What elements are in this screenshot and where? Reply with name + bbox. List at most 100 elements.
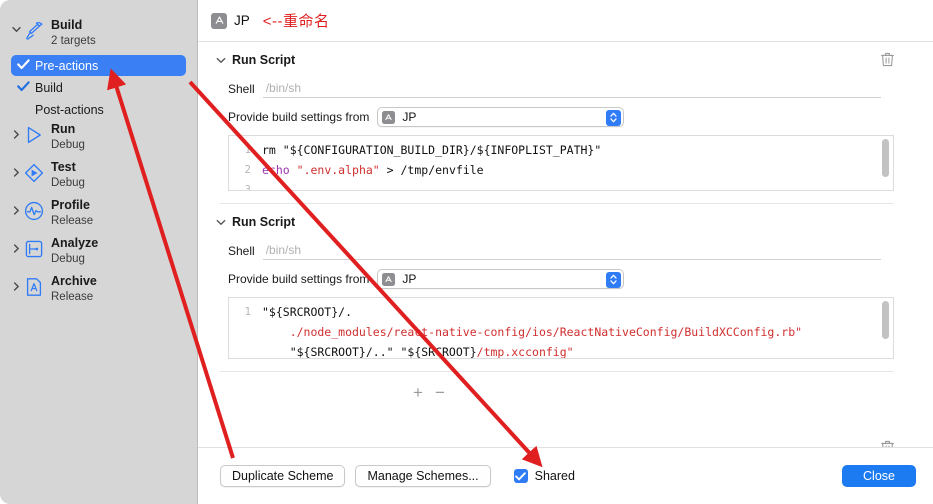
sidebar-group-test: Test Debug: [0, 160, 197, 196]
scheme-sidebar: Build 2 targets Pre-actions Build Post-a…: [0, 0, 198, 504]
line-number-gutter: 1: [229, 298, 255, 358]
code-line: rm "${CONFIGURATION_BUILD_DIR}/${INFOPLI…: [262, 143, 602, 157]
shell-label: Shell: [228, 243, 255, 258]
check-icon: [17, 80, 31, 95]
sidebar-group-title: Run: [51, 122, 76, 136]
chevron-right-icon[interactable]: [9, 198, 23, 215]
page-title: JP: [234, 13, 250, 28]
duplicate-scheme-button[interactable]: Duplicate Scheme: [220, 465, 346, 487]
chevron-down-icon[interactable]: [216, 57, 232, 64]
sidebar-group-subtitle: Debug: [51, 139, 85, 151]
shared-checkbox-group[interactable]: Shared: [513, 469, 575, 483]
code-scrollbar[interactable]: [880, 139, 891, 187]
chevron-updown-icon[interactable]: [606, 271, 622, 288]
shell-input[interactable]: [262, 79, 881, 98]
sidebar-group-build: Build 2 targets Pre-actions Build Post-a…: [0, 18, 197, 120]
provide-build-settings-select[interactable]: JP: [377, 269, 625, 289]
code-content[interactable]: "${SRCROOT}/. ./node_modules/react-nativ…: [255, 298, 893, 358]
code-line: ./node_modules/react-native-config/ios/R…: [262, 325, 803, 339]
select-value: JP: [402, 110, 417, 124]
code-line: echo ".env.alpha" > /tmp/envfile: [262, 163, 484, 177]
script-code-editor-2[interactable]: 1 "${SRCROOT}/. ./node_modules/react-nat…: [228, 297, 894, 359]
play-icon: [23, 122, 49, 146]
section-divider: [220, 371, 894, 372]
sidebar-group-analyze: Analyze Debug: [0, 236, 197, 272]
sidebar-item-post-actions[interactable]: Post-actions: [11, 99, 186, 120]
chevron-right-icon[interactable]: [9, 274, 23, 291]
provide-build-settings-select[interactable]: JP: [377, 107, 625, 127]
scheme-editor-window: Build 2 targets Pre-actions Build Post-a…: [0, 0, 933, 504]
sidebar-group-title: Analyze: [51, 236, 99, 250]
script-code-editor-1[interactable]: 1 2 3 rm "${CONFIGURATION_BUILD_DIR}/${I…: [228, 135, 894, 191]
chevron-down-icon[interactable]: [216, 219, 232, 226]
sidebar-group-subtitle: 2 targets: [51, 35, 96, 47]
sidebar-item-build[interactable]: Build 2 targets: [0, 18, 197, 54]
sidebar-group-profile: Profile Release: [0, 198, 197, 234]
scrollbar-thumb[interactable]: [882, 139, 889, 177]
run-script-section-1: Run Script Shell Provide build settings: [198, 42, 933, 191]
check-icon: [17, 58, 31, 73]
sidebar-subitem-label: Post-actions: [35, 102, 104, 117]
code-line: "${SRCROOT}/.: [262, 305, 353, 319]
hammer-icon: [23, 18, 49, 42]
chevron-down-icon[interactable]: [9, 18, 23, 33]
sidebar-group-subtitle: Release: [51, 215, 94, 227]
line-number: 1: [244, 306, 251, 318]
close-button[interactable]: Close: [842, 465, 916, 487]
shell-input[interactable]: [262, 241, 881, 260]
code-line: "${SRCROOT}/.." "${SRCROOT}/tmp.xcconfig…: [262, 345, 574, 358]
sidebar-group-subtitle: Release: [51, 291, 94, 303]
line-number-gutter: 1 2 3: [229, 136, 255, 190]
sidebar-item-run[interactable]: Run Debug: [0, 122, 197, 158]
shared-label: Shared: [534, 469, 575, 483]
add-button[interactable]: +: [407, 384, 429, 401]
select-value: JP: [402, 272, 417, 286]
sidebar-group-subtitle: Debug: [51, 253, 85, 265]
section-title: Run Script: [232, 215, 296, 229]
app-icon: [382, 110, 396, 124]
trash-icon[interactable]: [881, 52, 894, 67]
sidebar-subitem-label: Build: [35, 80, 63, 95]
chevron-right-icon[interactable]: [9, 160, 23, 177]
test-diamond-icon: [23, 160, 49, 184]
scrollbar-thumb[interactable]: [882, 301, 889, 339]
profile-waveform-icon: [23, 198, 49, 222]
line-number: 2: [244, 164, 251, 176]
shell-label: Shell: [228, 81, 255, 96]
section-title: Run Script: [232, 53, 296, 67]
chevron-right-icon[interactable]: [9, 236, 23, 253]
app-icon: [211, 12, 227, 29]
dialog-footer: Duplicate Scheme Manage Schemes... Share…: [198, 447, 933, 504]
sidebar-item-analyze[interactable]: Analyze Debug: [0, 236, 197, 272]
trash-icon[interactable]: [881, 440, 894, 447]
scheme-main-panel: JP <--重命名 Run Script Shell /bin/sh Provi…: [198, 0, 933, 504]
line-number: 3: [244, 184, 251, 191]
sidebar-item-test[interactable]: Test Debug: [0, 160, 197, 196]
sidebar-item-build-action[interactable]: Build: [11, 77, 186, 98]
provide-build-settings-label: Provide build settings from: [228, 272, 370, 286]
sidebar-group-title: Test: [51, 160, 76, 174]
code-content[interactable]: rm "${CONFIGURATION_BUILD_DIR}/${INFOPLI…: [255, 136, 893, 190]
archive-icon: [23, 274, 49, 298]
code-scrollbar[interactable]: [880, 301, 891, 355]
scheme-titlebar: JP <--重命名: [198, 0, 933, 42]
chevron-updown-icon[interactable]: [606, 109, 622, 126]
remove-button[interactable]: −: [429, 384, 451, 401]
sidebar-item-pre-actions[interactable]: Pre-actions: [11, 55, 186, 76]
sidebar-group-subtitle: Debug: [51, 177, 85, 189]
analyze-icon: [23, 236, 49, 260]
run-script-section-2: Run Script Shell Provide build settings: [198, 204, 933, 447]
sidebar-group-title: Profile: [51, 198, 90, 212]
shared-checkbox[interactable]: [513, 469, 528, 483]
line-number: 1: [244, 144, 251, 156]
sidebar-subitem-label: Pre-actions: [35, 58, 99, 73]
manage-schemes-button[interactable]: Manage Schemes...: [355, 465, 491, 487]
app-icon: [382, 272, 396, 286]
pre-actions-content: Run Script Shell Provide build settings: [198, 42, 933, 447]
sidebar-group-run: Run Debug: [0, 122, 197, 158]
sidebar-group-title: Archive: [51, 274, 97, 288]
chevron-right-icon[interactable]: [9, 122, 23, 139]
sidebar-item-profile[interactable]: Profile Release: [0, 198, 197, 234]
sidebar-item-archive[interactable]: Archive Release: [0, 274, 197, 310]
